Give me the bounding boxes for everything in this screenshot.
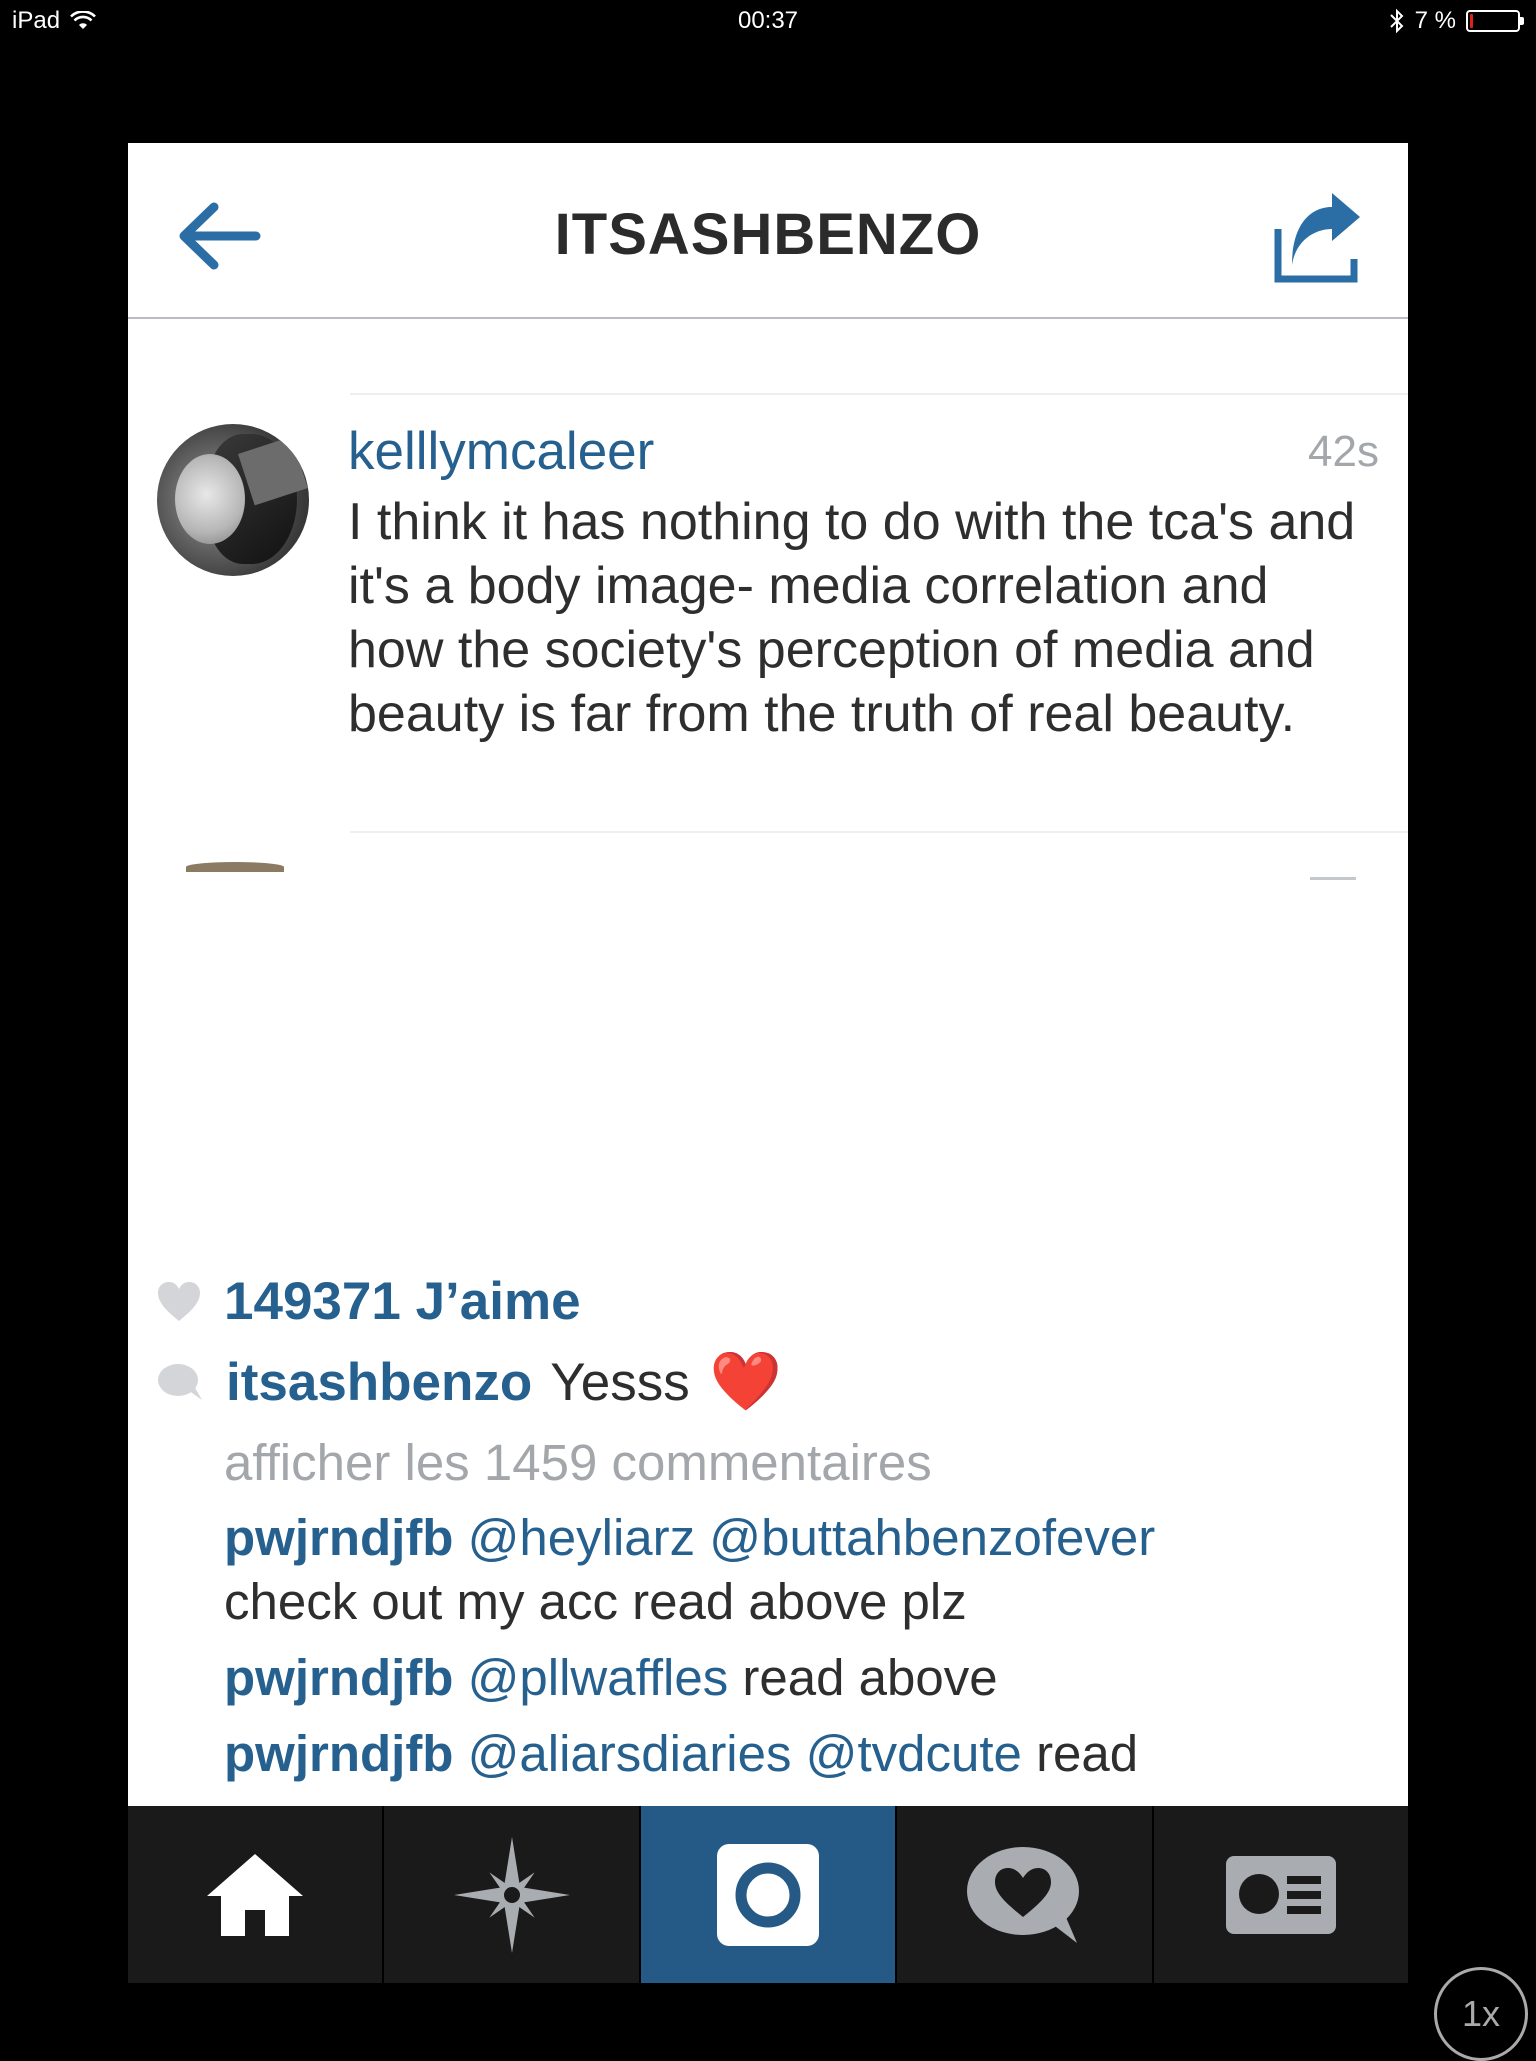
tab-home[interactable] [128,1806,385,1983]
comment-body: read above [742,1649,998,1706]
status-right: 7 % [1389,7,1524,35]
comment-body: read [1036,1725,1139,1782]
likes-count[interactable]: 149371 J’aime [224,1271,581,1332]
comment-author[interactable]: pwjrndjfb [224,1509,453,1566]
comment-author[interactable]: pwjrndjfb [224,1649,453,1706]
app-screen: ITSASHBENZO kelllymcaleer 42s I think it… [128,143,1408,1983]
view-all-comments-link[interactable]: afficher les 1459 commentaires [224,1433,932,1492]
battery-fill [1470,14,1473,28]
explore-star-icon [453,1836,570,1953]
comment-mentions[interactable]: @pllwaffles [468,1649,729,1706]
page-title: ITSASHBENZO [554,202,982,267]
list-item: pwjrndjfb @aliarsdiaries @tvdcute read [224,1722,1384,1786]
caption-username[interactable]: itsashbenzo [226,1352,532,1413]
zoom-indicator[interactable]: 1x [1434,1967,1528,2061]
comment-username[interactable]: kelllymcaleer [348,421,654,482]
comment-text: I think it has nothing to do with the tc… [348,493,1356,743]
battery-percent: 7 % [1414,7,1456,34]
tab-profile[interactable] [1154,1806,1408,1983]
list-item: pwjrndjfb @heyliarz @buttahbenzofever ch… [224,1506,1384,1634]
tab-activity[interactable] [897,1806,1154,1983]
comment-divider-bottom [350,831,1408,833]
battery-icon [1466,10,1524,32]
likes-row[interactable]: 149371 J’aime [156,1271,581,1332]
tab-bar [128,1806,1408,1983]
avatar[interactable] [157,424,309,576]
comment-body: check out my acc read above plz [224,1573,967,1630]
tab-explore[interactable] [384,1806,641,1983]
bluetooth-icon [1389,8,1404,34]
next-avatar-partial [186,862,284,872]
status-bar: iPad 00:37 7 % [0,0,1536,42]
comment-timestamp: 42s [1308,427,1379,476]
next-timestamp-partial [1310,877,1356,880]
comment-author[interactable]: pwjrndjfb [224,1725,453,1782]
comment-thread: pwjrndjfb @heyliarz @buttahbenzofever ch… [224,1506,1384,1798]
list-item: pwjrndjfb @pllwaffles read above [224,1646,1384,1710]
tab-camera[interactable] [640,1806,898,1983]
heart-icon [158,1281,200,1321]
profile-card-icon [1225,1855,1336,1934]
share-icon[interactable] [1266,189,1366,289]
heart-bubble-icon [967,1846,1080,1943]
heart-emoji-icon: ❤️ [709,1349,782,1414]
caption-text: Yesss [550,1352,690,1412]
home-icon [207,1853,304,1936]
navigation-bar: ITSASHBENZO [128,143,1408,319]
camera-icon [717,1843,820,1946]
comment-mentions[interactable]: @heyliarz @buttahbenzofever [468,1509,1156,1566]
comment-divider-top [350,393,1408,395]
comment-mentions[interactable]: @aliarsdiaries @tvdcute [468,1725,1022,1782]
status-time: 00:37 [737,7,799,34]
caption-row: itsashbenzo Yesss ❤️ [156,1348,782,1416]
comment-bubble-icon [158,1364,202,1400]
